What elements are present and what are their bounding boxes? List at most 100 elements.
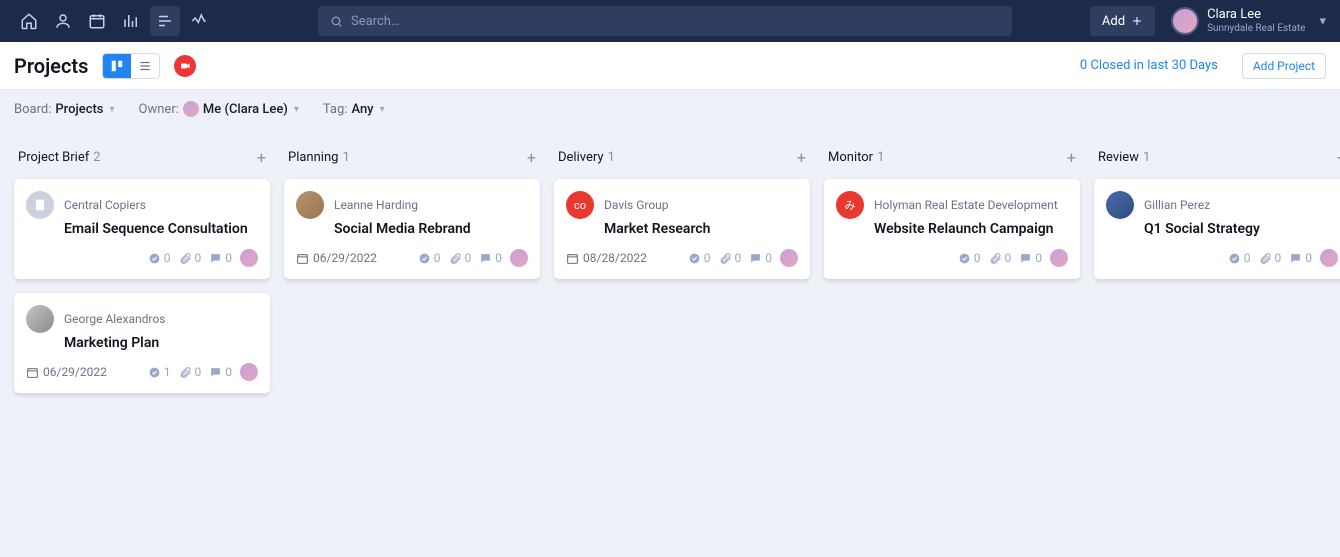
add-button-label: Add [1102, 14, 1125, 29]
comments-count: 0 [209, 251, 232, 265]
column: Review1+ Gillian Perez Q1 Social Strategy 0… [1094, 142, 1340, 407]
comments-count: 0 [209, 365, 232, 379]
card-meta: 000 [26, 249, 258, 267]
user-menu[interactable]: Clara Lee Sunnydale Real Estate ▾ [1171, 7, 1326, 35]
client-avatar: co [566, 191, 594, 219]
card-meta: 000 [836, 249, 1068, 267]
card-meta: 06/29/2022000 [296, 249, 528, 267]
card-date: 08/28/2022 [566, 251, 647, 265]
column: Monitor1 + み Holyman Real Estate Developmen… [824, 142, 1080, 407]
client-avatar [296, 191, 324, 219]
column-title: Project Brief2 [18, 150, 101, 165]
page-header: Projects 0 Closed in last 30 Days Add Pr… [0, 42, 1340, 90]
project-card[interactable]: み Holyman Real Estate Development Website … [824, 179, 1080, 281]
filter-bar: Board: Projects ▾ Owner: Me (Clara Lee) … [0, 90, 1340, 128]
card-meta: 000 [1106, 249, 1338, 267]
card-date: 06/29/2022 [296, 251, 377, 265]
comments-count: 0 [479, 251, 502, 265]
client-name: George Alexandros [64, 312, 165, 326]
card-title: Social Media Rebrand [334, 221, 528, 237]
column-header: Monitor1 + [824, 142, 1080, 179]
user-org: Sunnydale Real Estate [1207, 23, 1305, 35]
view-toggle [102, 53, 160, 79]
projects-icon[interactable] [150, 6, 180, 36]
project-card[interactable]: Leanne HardingSocial Media Rebrand06/29/… [284, 179, 540, 281]
column-header: Planning1 + [284, 142, 540, 179]
card-title: Market Research [604, 221, 798, 237]
column-header: Project Brief2 + [14, 142, 270, 179]
chevron-down-icon: ▾ [1319, 14, 1326, 29]
assignee-avatar [240, 363, 258, 381]
search-input-wrap[interactable] [318, 6, 1012, 36]
board-view-button[interactable] [103, 54, 131, 78]
assignee-avatar [240, 249, 258, 267]
assignee-avatar [1050, 249, 1068, 267]
checks-count: 1 [148, 365, 171, 379]
client-avatar [26, 191, 54, 219]
column-title: Delivery1 [558, 150, 615, 165]
user-name: Clara Lee [1207, 8, 1305, 23]
board-scroll[interactable]: Project Brief2 + Central CopiersEmail Sequ… [0, 128, 1340, 557]
board-filter[interactable]: Board: Projects ▾ [14, 102, 115, 117]
list-icon [138, 59, 152, 73]
column: Planning1+Leanne HardingSocial Media Reb… [284, 142, 540, 407]
board-icon [110, 59, 124, 73]
bars-icon[interactable] [116, 6, 146, 36]
home-icon[interactable] [14, 6, 44, 36]
top-nav: Add Clara Lee Sunnydale Real Estate ▾ [0, 0, 1340, 42]
card-meta: 08/28/2022000 [566, 249, 798, 267]
client-avatar [1106, 191, 1134, 219]
comments-count: 0 [1019, 251, 1042, 265]
add-card-button[interactable]: + [257, 148, 266, 167]
project-card[interactable]: Gillian Perez Q1 Social Strategy 000 [1094, 179, 1340, 281]
card-meta: 06/29/2022100 [26, 363, 258, 381]
assignee-avatar [1320, 249, 1338, 267]
list-view-button[interactable] [131, 54, 159, 78]
project-card[interactable]: coDavis GroupMarket Research08/28/202200… [554, 179, 810, 281]
search-input[interactable] [351, 14, 1000, 29]
record-button[interactable] [174, 55, 196, 77]
card-title: Website Relaunch Campaign [874, 221, 1068, 237]
activity-icon[interactable] [184, 6, 214, 36]
checks-count: 0 [958, 251, 981, 265]
user-avatar [1171, 7, 1199, 35]
page-title: Projects [14, 54, 88, 78]
attachments-count: 0 [449, 251, 472, 265]
client-avatar: み [836, 191, 864, 219]
tag-filter[interactable]: Tag: Any ▾ [323, 102, 385, 117]
calendar-icon[interactable] [82, 6, 112, 36]
client-avatar [26, 305, 54, 333]
plus-icon [1131, 15, 1143, 27]
column-title: Monitor1 [828, 150, 884, 165]
closed-link[interactable]: 0 Closed in last 30 Days [1080, 58, 1218, 73]
person-icon[interactable] [48, 6, 78, 36]
chevron-down-icon: ▾ [110, 104, 115, 115]
checks-count: 0 [1228, 251, 1251, 265]
card-title: Q1 Social Strategy [1144, 221, 1338, 237]
search-icon [330, 15, 343, 28]
add-project-button[interactable]: Add Project [1242, 53, 1326, 79]
board: Project Brief2 + Central CopiersEmail Sequ… [14, 142, 1326, 407]
column-title: Planning1 [288, 150, 350, 165]
checks-count: 0 [688, 251, 711, 265]
attachments-count: 0 [989, 251, 1012, 265]
client-name: Holyman Real Estate Development [874, 198, 1058, 212]
card-date: 06/29/2022 [26, 365, 107, 379]
add-card-button[interactable]: + [1067, 148, 1076, 167]
record-icon [179, 60, 191, 72]
column-header: Review1+ [1094, 142, 1340, 179]
checks-count: 0 [418, 251, 441, 265]
attachments-count: 0 [179, 365, 202, 379]
add-card-button[interactable]: + [797, 148, 806, 167]
column-header: Delivery1 + [554, 142, 810, 179]
comments-count: 0 [749, 251, 772, 265]
owner-filter[interactable]: Owner: Me (Clara Lee) ▾ [139, 101, 299, 117]
attachments-count: 0 [179, 251, 202, 265]
owner-avatar [183, 101, 199, 117]
column: Project Brief2 + Central CopiersEmail Sequ… [14, 142, 270, 407]
add-card-button[interactable]: + [527, 148, 536, 167]
client-name: Gillian Perez [1144, 198, 1210, 212]
add-button[interactable]: Add [1090, 6, 1155, 36]
project-card[interactable]: Central CopiersEmail Sequence Consultati… [14, 179, 270, 281]
project-card[interactable]: George AlexandrosMarketing Plan06/29/202… [14, 293, 270, 395]
